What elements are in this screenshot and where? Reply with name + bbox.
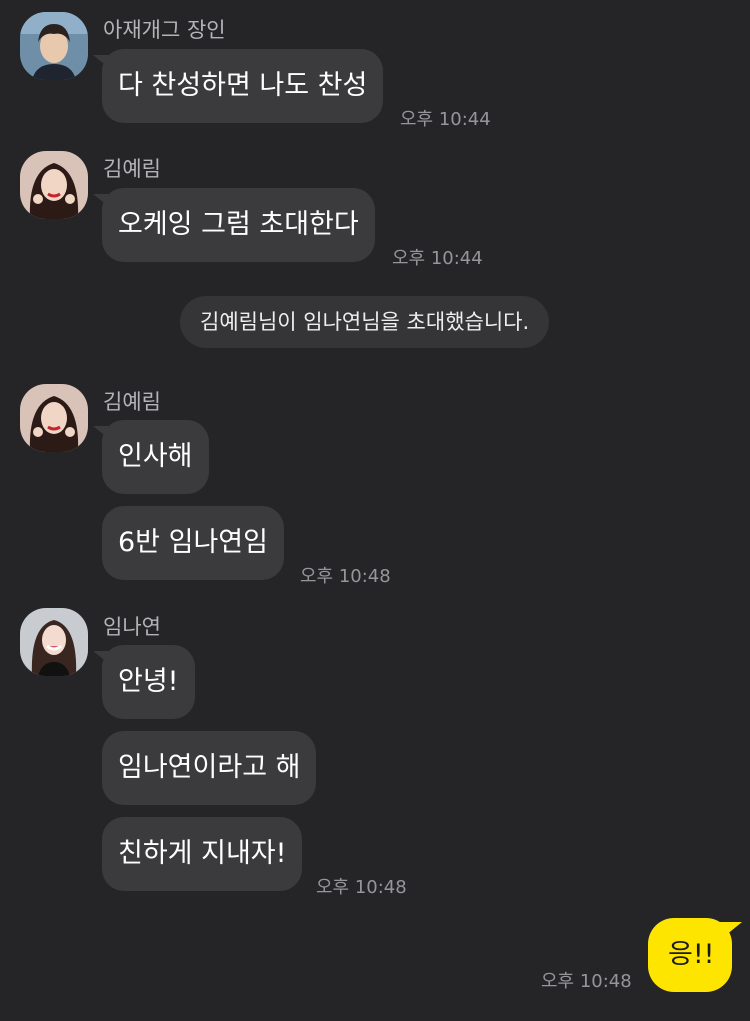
message-text: 인사해 bbox=[118, 441, 193, 472]
message-bubble[interactable]: 오케잉 그럼 초대한다 bbox=[93, 188, 375, 262]
message-text: 임나연이라고 해 bbox=[118, 752, 301, 783]
message-bubble[interactable]: 인사해 bbox=[93, 420, 209, 494]
sender-name: 김예림 bbox=[103, 157, 161, 181]
message-bubble[interactable]: 다 찬성하면 나도 찬성 bbox=[93, 49, 384, 123]
avatar[interactable] bbox=[20, 608, 88, 676]
message-bubble[interactable]: 안녕! bbox=[93, 645, 195, 719]
message-text: 다 찬성하면 나도 찬성 bbox=[118, 70, 368, 101]
avatar[interactable] bbox=[20, 384, 88, 452]
message-time: 오후 10:48 bbox=[316, 877, 407, 898]
message-bubble[interactable]: 임나연이라고 해 bbox=[102, 731, 317, 805]
message-time: 오후 10:44 bbox=[400, 109, 491, 130]
message-bubble[interactable]: 6반 임나연임 bbox=[102, 506, 284, 580]
message-text: 6반 임나연임 bbox=[118, 527, 268, 558]
message-text: 안녕! bbox=[118, 666, 179, 697]
avatar[interactable] bbox=[20, 12, 88, 80]
sender-name: 아재개그 장인 bbox=[103, 18, 226, 42]
message-time: 오후 10:48 bbox=[541, 971, 632, 992]
my-message-bubble[interactable]: 응!! bbox=[648, 918, 742, 992]
message-text: 응!! bbox=[668, 939, 715, 970]
message-text: 친하게 지내자! bbox=[118, 838, 287, 869]
system-notice: 김예림님이 임나연님을 초대했습니다. bbox=[180, 296, 550, 348]
sender-name: 임나연 bbox=[103, 615, 161, 639]
message-time: 오후 10:44 bbox=[392, 248, 483, 269]
sender-name: 김예림 bbox=[103, 390, 161, 414]
message-bubble[interactable]: 친하게 지내자! bbox=[102, 817, 303, 891]
message-time: 오후 10:48 bbox=[300, 566, 391, 587]
message-text: 오케잉 그럼 초대한다 bbox=[118, 209, 359, 240]
avatar[interactable] bbox=[20, 151, 88, 219]
